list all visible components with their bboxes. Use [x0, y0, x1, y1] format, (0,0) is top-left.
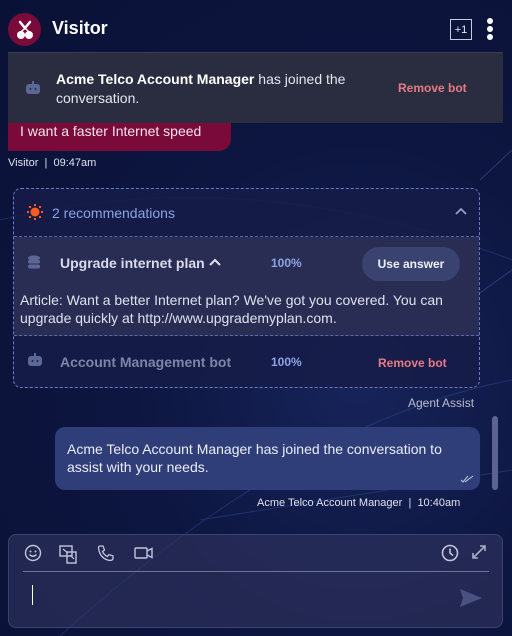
chevron-up-icon[interactable]	[208, 257, 222, 267]
message-meta: Acme Telco Account Manager | 10:40am	[257, 497, 460, 509]
confidence-score: 100%	[271, 256, 302, 270]
message-input[interactable]	[23, 577, 453, 621]
message-meta: Visitor | 09:47am	[8, 157, 96, 169]
page-title: Visitor	[52, 18, 108, 38]
remove-bot-button[interactable]: Remove bot	[398, 81, 467, 95]
clock-icon[interactable]	[441, 544, 459, 562]
bot-icon	[28, 353, 42, 366]
video-icon[interactable]	[134, 544, 154, 562]
bot-name: Acme Telco Account Manager	[56, 71, 255, 87]
recommendation-title: Account Management bot	[60, 354, 232, 370]
message-time: 10:40am	[417, 497, 461, 509]
recommendation-title[interactable]: Upgrade internet plan	[60, 255, 205, 271]
composer-divider	[23, 571, 489, 572]
database-icon	[28, 255, 40, 269]
recommendations-header[interactable]: 2 recommendations	[14, 189, 479, 237]
message-sender: Acme Telco Account Manager	[257, 497, 403, 509]
avatar	[8, 13, 41, 46]
chat-header: Visitor +1	[0, 0, 512, 52]
recommendation-item: Account Management bot 100% Remove bot	[14, 336, 479, 387]
remove-bot-button[interactable]: Remove bot	[378, 356, 447, 370]
sun-icon	[27, 204, 43, 220]
send-icon[interactable]	[459, 588, 483, 608]
agent-message-bubble: Acme Telco Account Manager has joined th…	[55, 427, 480, 490]
cherry-icon	[16, 20, 33, 39]
screen-share-icon[interactable]	[59, 544, 79, 564]
use-answer-button[interactable]: Use answer	[362, 247, 460, 281]
phone-icon[interactable]	[97, 544, 115, 562]
meta-separator: |	[408, 497, 412, 509]
meta-separator: |	[44, 157, 48, 169]
recommendations-count: 2 recommendations	[52, 205, 175, 221]
scrollbar[interactable]	[492, 416, 498, 490]
article-text: Article: Want a better Internet plan? We…	[20, 292, 443, 326]
recommendations-panel: 2 recommendations Upgrade internet plan …	[13, 188, 480, 388]
text-caret	[32, 585, 33, 605]
participants-badge[interactable]: +1	[450, 19, 472, 40]
message-sender: Visitor	[8, 157, 39, 169]
message-text: Acme Telco Account Manager has joined th…	[67, 441, 442, 475]
expand-icon[interactable]	[471, 544, 487, 560]
emoji-icon[interactable]	[24, 544, 42, 562]
message-text: I want a faster Internet speed	[20, 123, 202, 139]
confidence-score: 100%	[271, 355, 302, 369]
agent-assist-label: Agent Assist	[408, 396, 475, 410]
message-composer	[8, 534, 503, 628]
kebab-menu-icon[interactable]	[484, 18, 496, 40]
bot-joined-notification: Acme Telco Account Manager has joined th…	[8, 52, 503, 123]
message-time: 09:47am	[53, 157, 97, 169]
recommendation-item: Upgrade internet plan 100% Use answer Ar…	[14, 237, 479, 336]
bot-icon	[26, 81, 40, 94]
notification-text: Acme Telco Account Manager has joined th…	[56, 70, 366, 108]
double-check-icon	[460, 475, 474, 483]
chevron-up-icon[interactable]	[454, 206, 468, 216]
